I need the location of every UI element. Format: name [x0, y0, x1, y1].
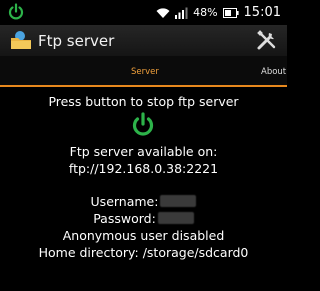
settings-tools-icon[interactable] — [256, 29, 278, 51]
username-redacted — [160, 195, 197, 207]
ftp-url: ftp://192.168.0.38:2221 — [68, 161, 219, 176]
tab-server[interactable]: Server — [131, 67, 159, 77]
status-bar: 48% 15:01 — [0, 0, 287, 25]
password-row: Password: — [0, 211, 287, 226]
password-redacted — [157, 212, 194, 224]
anonymous-status: Anonymous user disabled — [62, 228, 225, 243]
app-title: Ftp server — [38, 32, 115, 50]
status-time: 15:01 — [243, 5, 281, 20]
password-label: Password: — [93, 211, 156, 226]
app-folder-icon — [11, 31, 31, 49]
stop-instruction: Press button to stop ftp server — [48, 94, 239, 109]
tab-bar: Server About — [0, 56, 287, 87]
available-label: Ftp server available on: — [69, 144, 218, 159]
signal-icon — [175, 7, 188, 19]
tab-about[interactable]: About — [261, 67, 286, 77]
action-bar: Ftp server — [0, 25, 287, 56]
power-button-icon[interactable] — [129, 111, 157, 139]
battery-icon — [222, 7, 239, 18]
username-label: Username: — [90, 194, 159, 209]
power-notification-icon — [8, 3, 24, 20]
battery-percent: 48% — [193, 6, 218, 19]
wifi-icon — [156, 7, 170, 18]
server-panel: Press button to stop ftp server Ftp serv… — [0, 89, 287, 291]
username-row: Username: — [0, 194, 287, 209]
home-directory: Home directory: /storage/sdcard0 — [38, 245, 249, 260]
